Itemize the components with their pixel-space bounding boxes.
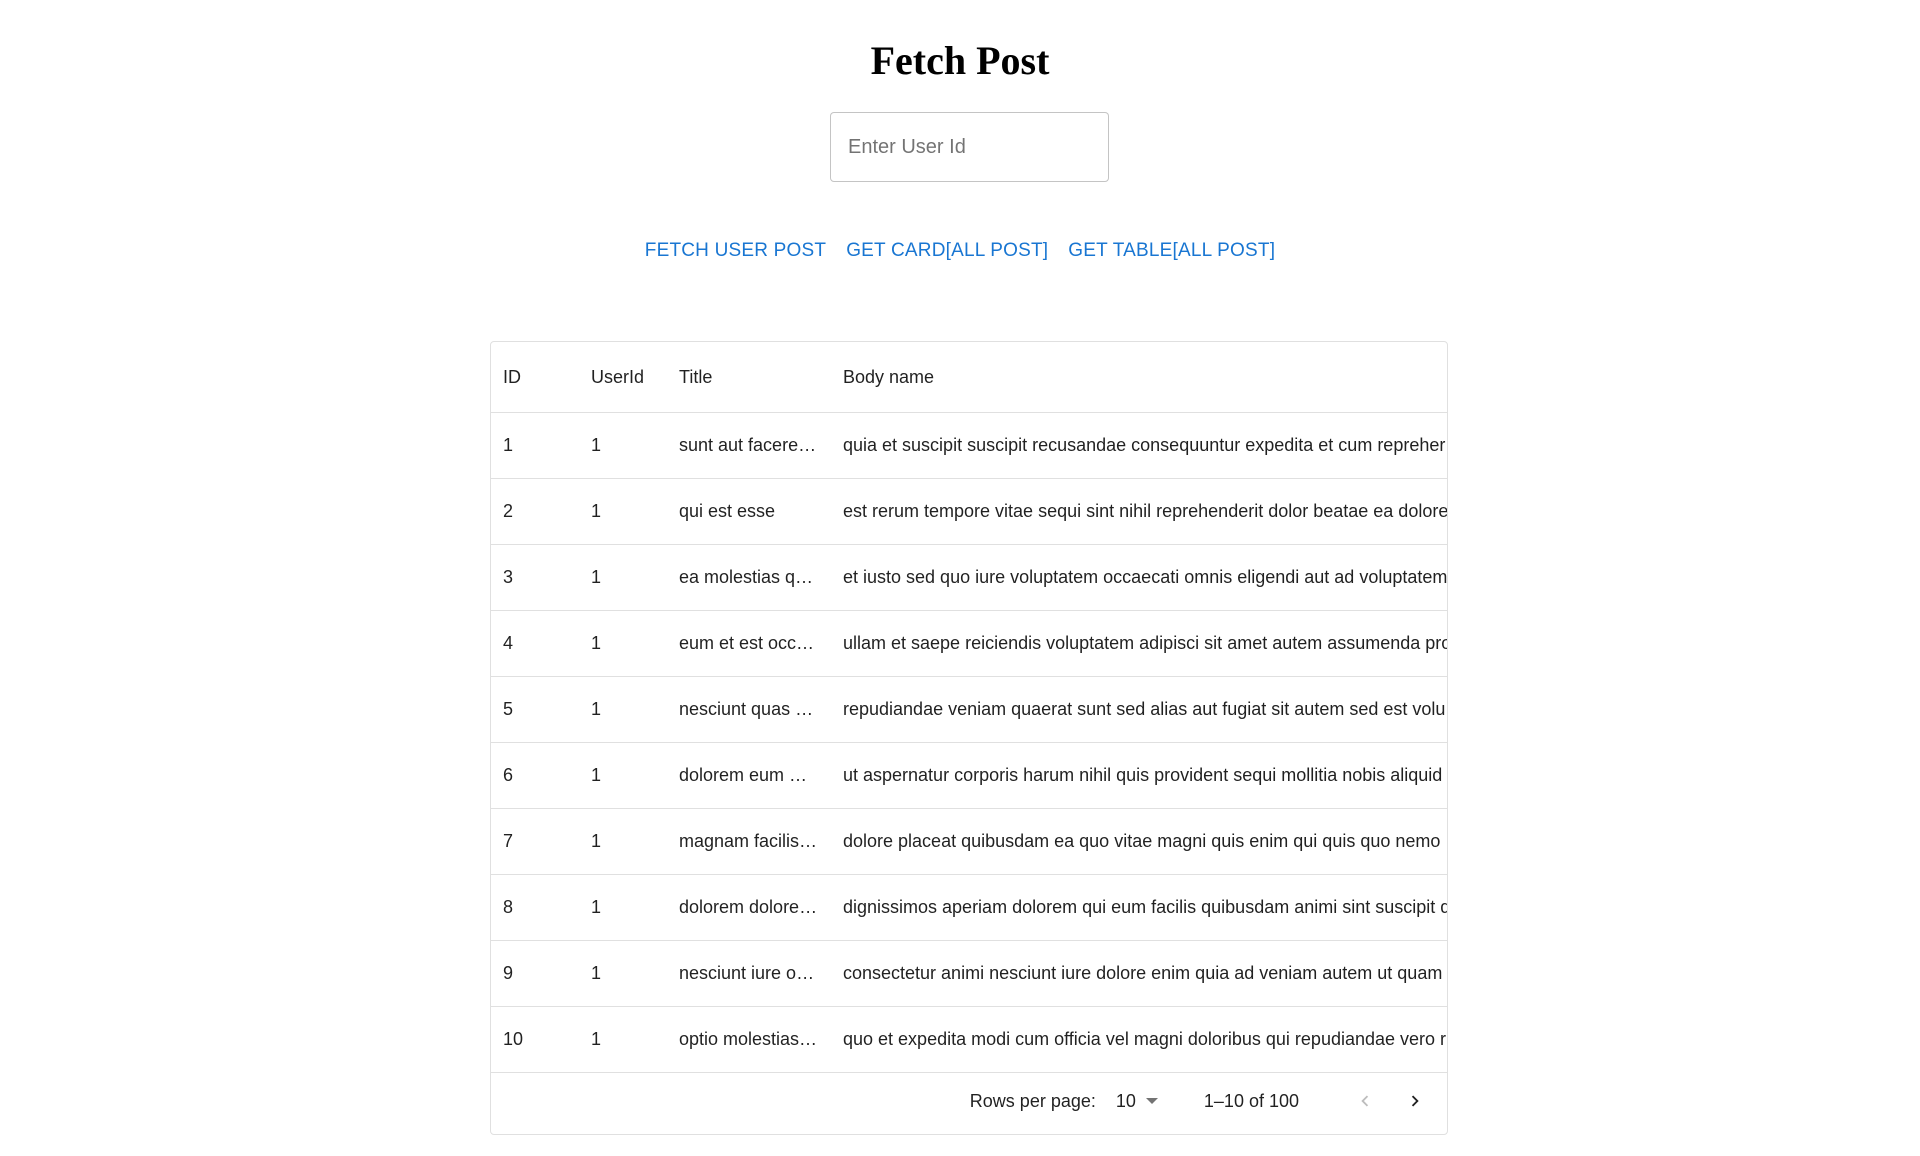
cell-id: 4 bbox=[503, 633, 514, 653]
rows-per-page-value: 10 bbox=[1115, 1090, 1136, 1111]
caret-down-icon bbox=[1145, 1098, 1158, 1104]
cell-body: repudiandae veniam quaerat sunt sed alia… bbox=[843, 699, 1446, 719]
get-table-all-post-button[interactable]: GET TABLE[ALL POST] bbox=[1058, 232, 1285, 270]
cell-body: consectetur animi nesciunt iure dolore e… bbox=[843, 963, 1443, 983]
cell-userid: 1 bbox=[591, 963, 602, 983]
cell-body: dolore placeat quibusdam ea quo vitae ma… bbox=[843, 831, 1441, 851]
cell-id: 5 bbox=[503, 699, 514, 719]
cell-userid: 1 bbox=[591, 765, 602, 785]
table-row[interactable]: 4 1 eum et est occ… ullam et saepe reici… bbox=[491, 611, 1447, 677]
cell-userid: 1 bbox=[591, 897, 602, 917]
rows-per-page-label: Rows per page: bbox=[969, 1090, 1096, 1111]
cell-userid: 1 bbox=[591, 501, 602, 521]
cell-title: dolorem dolore… bbox=[679, 897, 818, 917]
chevron-right-icon bbox=[1411, 1095, 1419, 1107]
table-row[interactable]: 6 1 dolorem eum … ut aspernatur corporis… bbox=[491, 743, 1447, 809]
action-bar: FETCH USER POST GET CARD[ALL POST] GET T… bbox=[0, 232, 1920, 270]
cell-title: qui est esse bbox=[679, 501, 776, 521]
cell-body: quo et expedita modi cum officia vel mag… bbox=[843, 1029, 1447, 1049]
column-header-userid[interactable]: UserId bbox=[579, 367, 667, 388]
cell-body: et iusto sed quo iure voluptatem occaeca… bbox=[843, 567, 1447, 587]
rows-per-page-select[interactable]: 10 bbox=[1116, 1091, 1158, 1112]
fetch-user-post-button[interactable]: FETCH USER POST bbox=[635, 232, 836, 270]
page-title: Fetch Post bbox=[870, 38, 1050, 83]
cell-title: optio molestias… bbox=[679, 1029, 818, 1049]
cell-body: ut aspernatur corporis harum nihil quis … bbox=[843, 765, 1443, 785]
table-row[interactable]: 5 1 nesciunt quas … repudiandae veniam q… bbox=[491, 677, 1447, 743]
get-card-all-post-button[interactable]: GET CARD[ALL POST] bbox=[836, 232, 1058, 270]
column-header-body[interactable]: Body name bbox=[831, 367, 1447, 388]
cell-title: nesciunt quas … bbox=[679, 699, 814, 719]
cell-id: 7 bbox=[503, 831, 514, 851]
cell-title: sunt aut facere… bbox=[679, 435, 817, 455]
column-header-title[interactable]: Title bbox=[667, 367, 831, 388]
cell-body: dignissimos aperiam dolorem qui eum faci… bbox=[843, 897, 1447, 917]
cell-body: quia et suscipit suscipit recusandae con… bbox=[843, 435, 1446, 455]
previous-page-button[interactable] bbox=[1345, 1081, 1385, 1121]
cell-userid: 1 bbox=[591, 699, 602, 719]
table-row[interactable]: 10 1 optio molestias… quo et expedita mo… bbox=[491, 1007, 1447, 1073]
next-page-button[interactable] bbox=[1395, 1081, 1435, 1121]
cell-title: nesciunt iure o… bbox=[679, 963, 815, 983]
cell-id: 6 bbox=[503, 765, 514, 785]
table-pagination: Rows per page: 10 1–10 of 100 bbox=[491, 1068, 1447, 1134]
posts-table: ID UserId Title Body name 1 1 sunt aut f… bbox=[490, 341, 1448, 1135]
cell-userid: 1 bbox=[591, 633, 602, 653]
cell-userid: 1 bbox=[591, 435, 602, 455]
table-row[interactable]: 1 1 sunt aut facere… quia et suscipit su… bbox=[491, 413, 1447, 479]
user-id-input[interactable] bbox=[830, 112, 1109, 182]
cell-title: eum et est occ… bbox=[679, 633, 815, 653]
column-header-id[interactable]: ID bbox=[491, 367, 579, 388]
cell-userid: 1 bbox=[591, 831, 602, 851]
cell-title: dolorem eum … bbox=[679, 765, 808, 785]
pagination-range: 1–10 of 100 bbox=[1203, 1090, 1299, 1111]
cell-body: ullam et saepe reiciendis voluptatem adi… bbox=[843, 633, 1447, 653]
table-row[interactable]: 8 1 dolorem dolore… dignissimos aperiam … bbox=[491, 875, 1447, 941]
cell-id: 9 bbox=[503, 963, 514, 983]
cell-title: ea molestias q… bbox=[679, 567, 814, 587]
table-row[interactable]: 9 1 nesciunt iure o… consectetur animi n… bbox=[491, 941, 1447, 1007]
cell-id: 1 bbox=[503, 435, 514, 455]
table-row[interactable]: 2 1 qui est esse est rerum tempore vitae… bbox=[491, 479, 1447, 545]
cell-id: 3 bbox=[503, 567, 514, 587]
chevron-left-icon bbox=[1361, 1095, 1369, 1107]
cell-id: 8 bbox=[503, 897, 514, 917]
cell-userid: 1 bbox=[591, 1029, 602, 1049]
table-row[interactable]: 7 1 magnam facilis… dolore placeat quibu… bbox=[491, 809, 1447, 875]
table-header-row: ID UserId Title Body name bbox=[491, 342, 1447, 413]
cell-title: magnam facilis… bbox=[679, 831, 818, 851]
table-row[interactable]: 3 1 ea molestias q… et iusto sed quo iur… bbox=[491, 545, 1447, 611]
cell-body: est rerum tempore vitae sequi sint nihil… bbox=[843, 501, 1447, 521]
cell-id: 10 bbox=[503, 1029, 524, 1049]
cell-userid: 1 bbox=[591, 567, 602, 587]
cell-id: 2 bbox=[503, 501, 514, 521]
